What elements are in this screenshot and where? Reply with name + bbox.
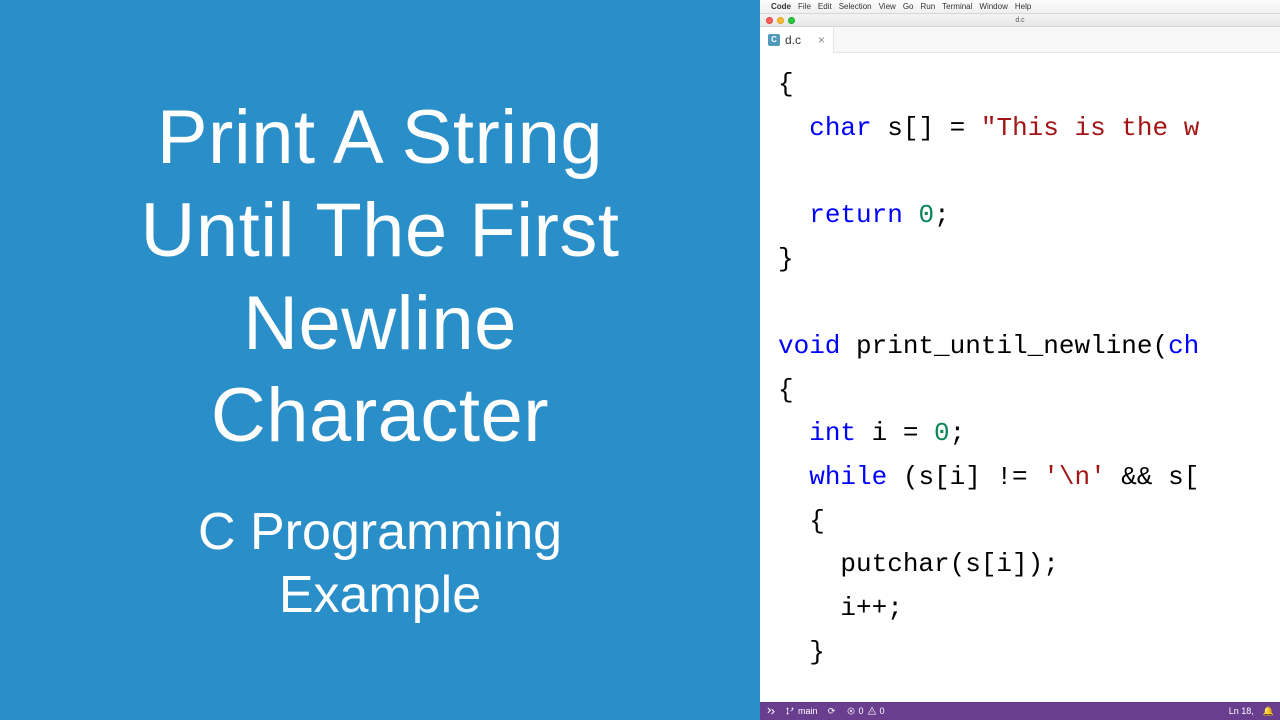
- status-bar-right: Ln 18, 🔔: [1229, 706, 1274, 717]
- code-line: {: [778, 69, 794, 99]
- code-keyword: while: [809, 462, 887, 492]
- bell-icon: 🔔: [1263, 706, 1274, 717]
- code-keyword: void: [778, 331, 840, 361]
- code-line: {: [778, 375, 794, 405]
- warning-icon: [867, 706, 877, 716]
- code-text: ;: [934, 200, 950, 230]
- git-branch-icon: [785, 706, 795, 716]
- code-text: && s[: [1106, 462, 1200, 492]
- menubar-app-name[interactable]: Code: [771, 2, 791, 11]
- window-title: d.c: [1015, 17, 1024, 24]
- close-window-button[interactable]: [766, 17, 773, 24]
- code-line: i++;: [778, 593, 903, 623]
- status-bar-left: main ⟳ 0 0: [766, 706, 885, 716]
- mac-menubar[interactable]: Code File Edit Selection View Go Run Ter…: [760, 0, 1280, 14]
- menu-selection[interactable]: Selection: [839, 2, 872, 11]
- code-string: '\n': [1043, 462, 1105, 492]
- code-text: i =: [856, 418, 934, 448]
- title-line-1: Print A String: [157, 95, 603, 180]
- menu-view[interactable]: View: [879, 2, 896, 11]
- thumbnail-subtitle: C Programming Example: [198, 501, 562, 628]
- code-text: [903, 200, 919, 230]
- code-text: s[] =: [872, 113, 981, 143]
- window-titlebar[interactable]: d.c: [760, 14, 1280, 27]
- menu-window[interactable]: Window: [979, 2, 1007, 11]
- title-line-2: Until The First: [140, 188, 619, 273]
- thumbnail-title: Print A String Until The First Newline C…: [140, 92, 619, 463]
- code-line: {: [778, 506, 825, 536]
- error-icon: [846, 706, 856, 716]
- traffic-lights: [766, 17, 795, 24]
- code-keyword: return: [809, 200, 903, 230]
- code-line: }: [778, 637, 825, 667]
- minimize-window-button[interactable]: [777, 17, 784, 24]
- code-number: 0: [934, 418, 950, 448]
- cursor-position[interactable]: Ln 18,: [1229, 706, 1254, 716]
- editor-tab[interactable]: C d.c ×: [760, 27, 834, 53]
- code-string: "This is the w: [981, 113, 1199, 143]
- code-keyword: char: [809, 113, 871, 143]
- code-line: putchar(s[i]);: [778, 549, 1059, 579]
- problems-indicator[interactable]: 0 0: [846, 706, 885, 716]
- title-line-4: Character: [211, 373, 549, 458]
- maximize-window-button[interactable]: [788, 17, 795, 24]
- git-branch[interactable]: main: [785, 706, 818, 716]
- sync-icon: ⟳: [827, 706, 837, 716]
- editor-tab-bar: C d.c ×: [760, 27, 1280, 53]
- menu-terminal[interactable]: Terminal: [942, 2, 972, 11]
- remote-indicator[interactable]: [766, 706, 776, 716]
- title-line-3: Newline: [243, 281, 517, 366]
- warning-count: 0: [880, 706, 885, 716]
- menu-edit[interactable]: Edit: [818, 2, 832, 11]
- code-text: ;: [950, 418, 966, 448]
- error-count: 0: [859, 706, 864, 716]
- subtitle-line-2: Example: [279, 566, 481, 624]
- status-bar: main ⟳ 0 0 Ln 18, 🔔: [760, 702, 1280, 720]
- code-keyword: int: [809, 418, 856, 448]
- code-line: }: [778, 244, 794, 274]
- tab-filename: d.c: [785, 33, 801, 47]
- c-file-icon: C: [768, 34, 780, 46]
- sync-button[interactable]: ⟳: [827, 706, 837, 716]
- menu-help[interactable]: Help: [1015, 2, 1031, 11]
- notifications-button[interactable]: 🔔: [1263, 706, 1274, 717]
- thumbnail-title-panel: Print A String Until The First Newline C…: [0, 0, 760, 720]
- code-text: print_until_newline(: [840, 331, 1168, 361]
- code-editor[interactable]: { char s[] = "This is the w return 0; } …: [760, 53, 1280, 702]
- subtitle-line-1: C Programming: [198, 503, 562, 561]
- menu-file[interactable]: File: [798, 2, 811, 11]
- vscode-window: Code File Edit Selection View Go Run Ter…: [760, 0, 1280, 720]
- git-branch-name: main: [798, 706, 818, 716]
- menu-go[interactable]: Go: [903, 2, 914, 11]
- code-keyword: ch: [1168, 331, 1199, 361]
- code-text: (s[i] !=: [887, 462, 1043, 492]
- tab-close-icon[interactable]: ×: [818, 33, 825, 47]
- remote-icon: [766, 706, 776, 716]
- code-number: 0: [918, 200, 934, 230]
- cursor-position-text: Ln 18,: [1229, 706, 1254, 716]
- menu-run[interactable]: Run: [920, 2, 935, 11]
